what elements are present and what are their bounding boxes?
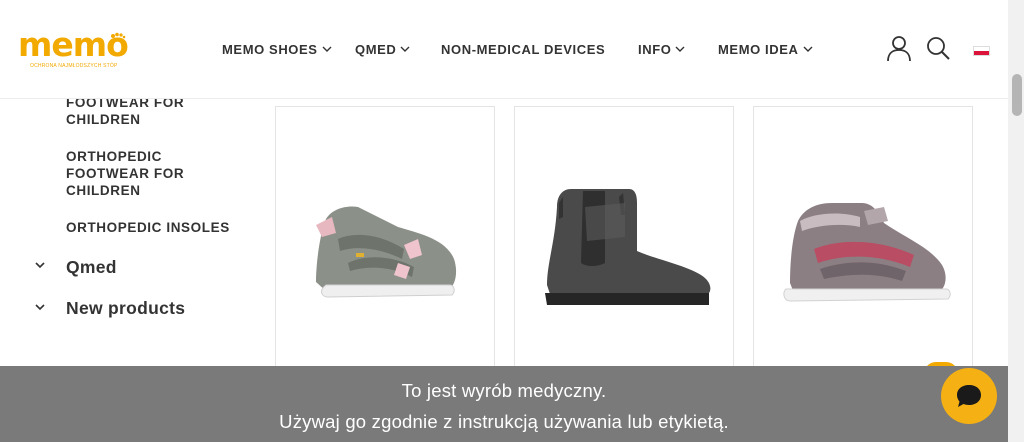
nav-memo-shoes[interactable]: MEMO SHOES bbox=[222, 40, 332, 58]
product-card[interactable] bbox=[514, 106, 734, 406]
nav-label: QMED bbox=[355, 41, 397, 57]
nav-label: MEMO SHOES bbox=[222, 41, 318, 57]
nav-memo-idea[interactable]: MEMO IDEA bbox=[718, 40, 813, 58]
chevron-down-icon bbox=[322, 46, 332, 52]
sidebar-category-new-products[interactable]: New products bbox=[66, 298, 185, 319]
product-card[interactable] bbox=[275, 106, 495, 406]
sidebar-item-footwear-for-children[interactable]: FOOTWEAR FOR CHILDREN bbox=[66, 94, 246, 128]
product-image-sandal bbox=[316, 206, 457, 298]
memo-logo[interactable]: memo OCHRONA NAJMŁODSZYCH STÓP bbox=[18, 28, 129, 72]
user-icon[interactable] bbox=[885, 34, 913, 62]
chevron-down-icon[interactable] bbox=[34, 259, 46, 271]
notice-line-2: Używaj go zgodnie z instrukcją używania … bbox=[279, 411, 729, 432]
footprint-icon bbox=[111, 32, 126, 39]
flag-red-stripe bbox=[974, 51, 989, 55]
sidebar-category-qmed[interactable]: Qmed bbox=[66, 257, 117, 278]
chat-button[interactable] bbox=[941, 368, 997, 424]
nav-non-medical-devices[interactable]: NON-MEDICAL DEVICES bbox=[441, 40, 605, 58]
sidebar-item-orthopedic-footwear[interactable]: ORTHOPEDIC FOOTWEAR FOR CHILDREN bbox=[66, 148, 246, 199]
sidebar-item-orthopedic-insoles[interactable]: ORTHOPEDIC INSOLES bbox=[66, 219, 246, 236]
nav-label: NON-MEDICAL DEVICES bbox=[441, 41, 606, 57]
logo-tagline: OCHRONA NAJMŁODSZYCH STÓP bbox=[30, 63, 118, 69]
product-card[interactable] bbox=[753, 106, 973, 406]
nav-label: INFO bbox=[638, 41, 672, 57]
chevron-down-icon bbox=[400, 46, 410, 52]
nav-info[interactable]: INFO bbox=[638, 40, 685, 58]
chat-bubble-icon bbox=[957, 385, 981, 407]
site-header: memo OCHRONA NAJMŁODSZYCH STÓP MEMO SHOE… bbox=[0, 0, 1008, 99]
chevron-down-icon bbox=[803, 46, 813, 52]
notice-line-1: To jest wyrób medyczny. bbox=[401, 380, 607, 401]
flag-pl-icon[interactable] bbox=[973, 46, 990, 56]
scrollbar-thumb[interactable] bbox=[1012, 74, 1022, 116]
medical-device-notice: To jest wyrób medyczny. Używaj go zgodni… bbox=[0, 366, 1008, 442]
nav-label: MEMO IDEA bbox=[718, 41, 799, 57]
chevron-down-icon bbox=[675, 46, 685, 52]
search-icon[interactable] bbox=[924, 34, 952, 62]
product-image-sneaker bbox=[783, 203, 951, 302]
product-image-chelsea-boot bbox=[545, 189, 711, 305]
chevron-down-icon[interactable] bbox=[34, 301, 46, 313]
nav-qmed[interactable]: QMED bbox=[355, 40, 410, 58]
vertical-scrollbar[interactable] bbox=[1008, 0, 1024, 442]
